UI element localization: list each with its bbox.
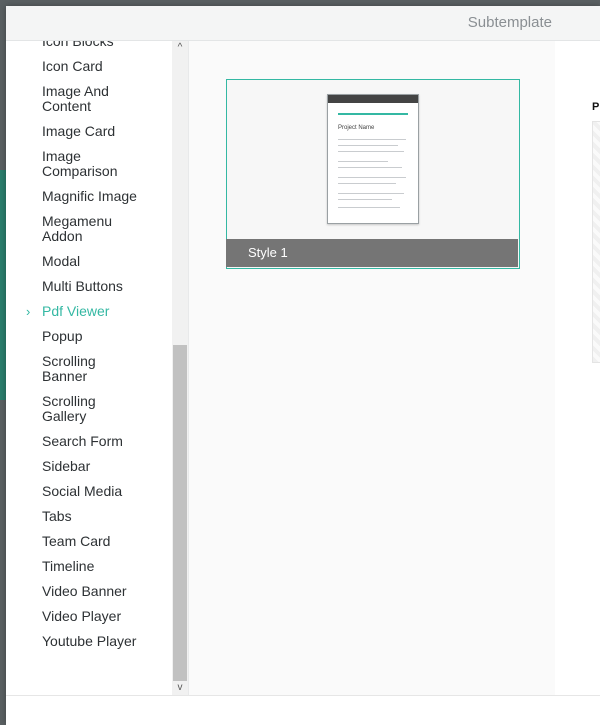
sidebar-item-label: Megamenu Addon: [42, 213, 113, 244]
sidebar-item-label: Image Card: [42, 123, 116, 139]
sidebar-item-label: Icon Blocks: [42, 41, 114, 49]
sidebar-item-label: Video Banner: [42, 583, 127, 599]
sidebar-item-label: Social Media: [42, 483, 123, 499]
template-list: Icon Blocks Icon Card Image And Content Ima…: [6, 41, 172, 659]
sidebar-item-label: Search Form: [42, 433, 123, 449]
settings-panel: P: [555, 41, 600, 695]
sidebar-item-popup[interactable]: Popup: [6, 329, 172, 354]
thumbnail-toolbar: [328, 95, 418, 103]
subtemplate-dialog: Subtemplate Icon Blocks Icon Card Image An…: [6, 6, 600, 725]
sidebar-item-label: Youtube Player: [42, 633, 137, 649]
sidebar-item-search-form[interactable]: Search Form: [6, 434, 172, 459]
sidebar-item-label: Scrolling Banner: [42, 353, 96, 384]
thumbnail-accent-line: [338, 113, 408, 115]
scroll-up-button[interactable]: ^: [172, 41, 188, 55]
chevron-right-icon: ›: [26, 304, 31, 319]
sidebar-item-label: Modal: [42, 253, 81, 269]
sidebar-item-pdf-viewer[interactable]: › Pdf Viewer: [6, 304, 172, 329]
sidebar-item-modal[interactable]: Modal: [6, 254, 172, 279]
scrollbar-thumb[interactable]: [173, 345, 187, 681]
sidebar-item-label: Image And Content: [42, 83, 109, 114]
dialog-header: Subtemplate: [6, 6, 600, 41]
settings-preview-box: [592, 121, 600, 363]
sidebar-item-image-card[interactable]: Image Card: [6, 124, 172, 149]
sidebar-item-label: Timeline: [42, 558, 95, 574]
thumbnail-text-line: [338, 207, 400, 208]
thumbnail-text-line: [338, 139, 406, 140]
chevron-down-icon: v: [177, 682, 183, 693]
sidebar-item-scrolling-banner[interactable]: Scrolling Banner: [6, 354, 172, 394]
dialog-title: Subtemplate: [467, 14, 552, 31]
sidebar-item-sidebar[interactable]: Sidebar: [6, 459, 172, 484]
sidebar-item-magnific-image[interactable]: Magnific Image: [6, 189, 172, 214]
template-sidebar: Icon Blocks Icon Card Image And Content Ima…: [6, 41, 188, 695]
sidebar-item-label: Tabs: [42, 508, 72, 524]
sidebar-item-video-player[interactable]: Video Player: [6, 609, 172, 634]
sidebar-item-tabs[interactable]: Tabs: [6, 509, 172, 534]
sidebar-item-label: Multi Buttons: [42, 278, 123, 294]
pdf-thumbnail: Project Name: [327, 94, 419, 224]
thumbnail-text-line: [338, 145, 398, 146]
sidebar-item-team-card[interactable]: Team Card: [6, 534, 172, 559]
scroll-down-button[interactable]: v: [172, 681, 188, 695]
sidebar-item-icon-blocks[interactable]: Icon Blocks: [6, 41, 172, 59]
settings-panel-label: P: [592, 101, 600, 113]
sidebar-item-label: Video Player: [42, 608, 122, 624]
thumbnail-text-line: [338, 177, 406, 178]
sidebar-item-label: Image Comparison: [42, 148, 118, 179]
sidebar-item-label: Scrolling Gallery: [42, 393, 96, 424]
style-card-label[interactable]: Style 1: [226, 239, 518, 267]
sidebar-item-image-comparison[interactable]: Image Comparison: [6, 149, 172, 189]
sidebar-item-label: Magnific Image: [42, 188, 137, 204]
sidebar-item-label: Pdf Viewer: [42, 303, 110, 319]
style-card-label-text: Style 1: [248, 245, 288, 260]
sidebar-item-megamenu-addon[interactable]: Megamenu Addon: [6, 214, 172, 254]
sidebar-item-label: Popup: [42, 328, 83, 344]
thumbnail-text-line: [338, 183, 396, 184]
dialog-footer: [6, 695, 600, 725]
style-preview-area: Project Name Style 1: [188, 41, 556, 695]
sidebar-item-label: Sidebar: [42, 458, 91, 474]
thumbnail-text-line: [338, 151, 404, 152]
sidebar-item-scrolling-gallery[interactable]: Scrolling Gallery: [6, 394, 172, 434]
thumbnail-title: Project Name: [338, 125, 375, 131]
chevron-up-icon: ^: [177, 42, 183, 53]
sidebar-item-icon-card[interactable]: Icon Card: [6, 59, 172, 84]
sidebar-item-timeline[interactable]: Timeline: [6, 559, 172, 584]
thumbnail-text-line: [338, 193, 404, 194]
thumbnail-text-line: [338, 167, 402, 168]
sidebar-item-social-media[interactable]: Social Media: [6, 484, 172, 509]
sidebar-scrollbar[interactable]: ^ v: [172, 41, 188, 695]
sidebar-item-multi-buttons[interactable]: Multi Buttons: [6, 279, 172, 304]
sidebar-item-label: Team Card: [42, 533, 111, 549]
sidebar-item-video-banner[interactable]: Video Banner: [6, 584, 172, 609]
sidebar-item-label: Icon Card: [42, 58, 103, 74]
sidebar-item-youtube-player[interactable]: Youtube Player: [6, 634, 172, 659]
thumbnail-text-line: [338, 161, 388, 162]
thumbnail-text-line: [338, 199, 392, 200]
sidebar-item-image-and-content[interactable]: Image And Content: [6, 84, 172, 124]
